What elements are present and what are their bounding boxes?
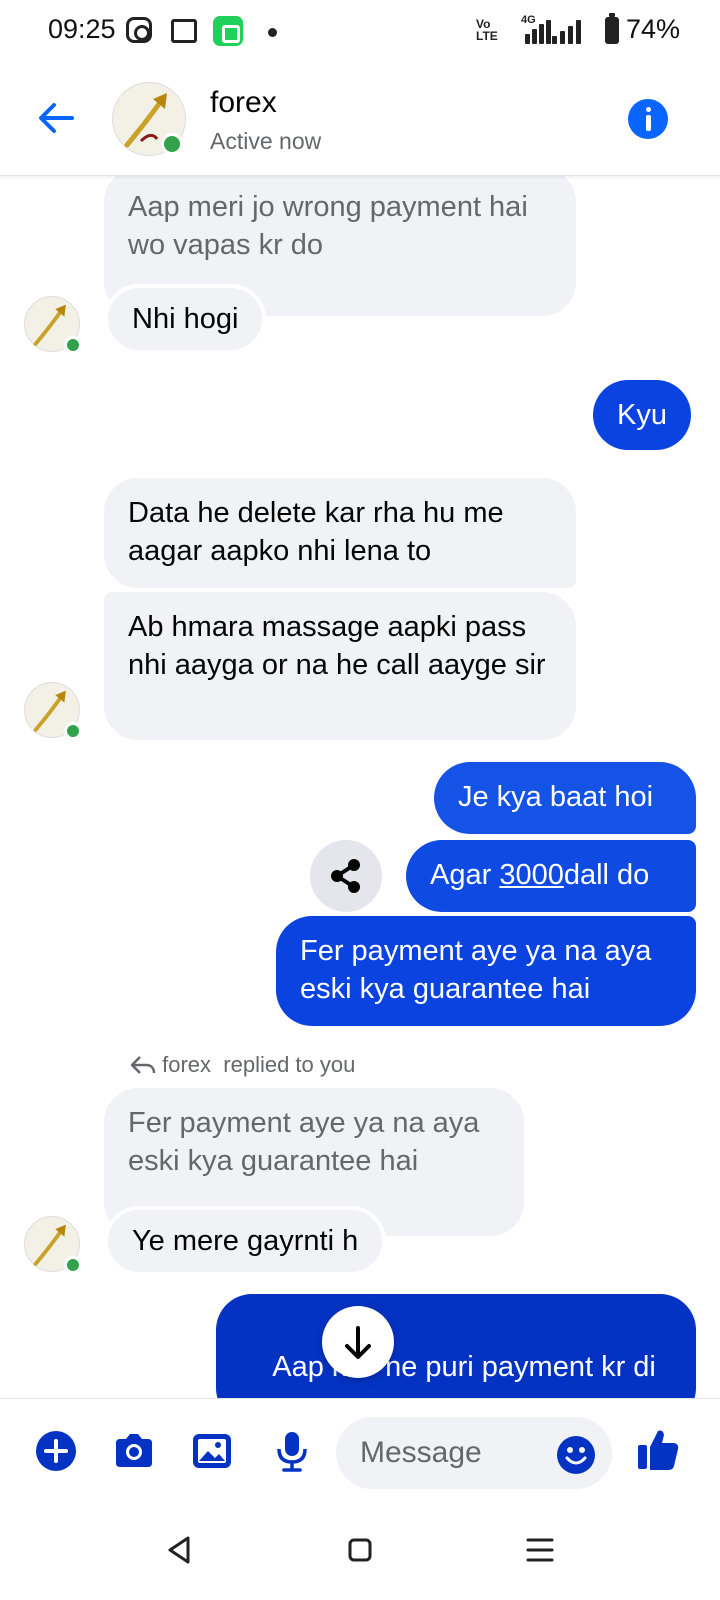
message-bubble-outgoing[interactable]: Agar 3000dall do bbox=[406, 840, 696, 912]
message-text: Data he delete kar rha hu me aagar aapko… bbox=[128, 497, 504, 567]
sender-avatar[interactable] bbox=[24, 296, 82, 354]
sender-avatar[interactable] bbox=[24, 1216, 82, 1274]
back-arrow-icon bbox=[39, 103, 74, 133]
emoji-icon bbox=[557, 1436, 595, 1474]
online-indicator bbox=[64, 722, 82, 740]
image-icon bbox=[193, 1434, 231, 1468]
thumbs-up-icon bbox=[638, 1430, 679, 1470]
message-text: dall do bbox=[563, 859, 650, 891]
message-bubble-incoming[interactable]: Data he delete kar rha hu me aagar aapko… bbox=[104, 478, 576, 588]
message-bubble-outgoing[interactable]: Kyu bbox=[593, 380, 691, 450]
instagram-notification-icon bbox=[126, 17, 152, 43]
message-composer bbox=[0, 1398, 720, 1502]
contact-status: Active now bbox=[210, 128, 322, 154]
online-indicator bbox=[64, 336, 82, 354]
message-text: Aap meri jo wrong payment hai wo vapas k… bbox=[128, 191, 528, 261]
arrow-down-icon bbox=[345, 1326, 371, 1359]
status-time: 09:25 bbox=[48, 14, 116, 44]
message-bubble-incoming[interactable]: Nhi hogi bbox=[104, 284, 267, 354]
message-bubble-incoming[interactable]: Ye mere gayrnti h bbox=[104, 1206, 387, 1276]
message-bubble-outgoing[interactable]: Je kya baat hoi bbox=[434, 762, 696, 834]
reply-sender: forex bbox=[162, 1052, 212, 1077]
like-button[interactable] bbox=[636, 1425, 680, 1470]
share-button[interactable] bbox=[310, 840, 382, 912]
more-notifications-dot-icon bbox=[268, 28, 277, 37]
chat-header: forex Active now bbox=[0, 64, 720, 176]
message-text: Agar bbox=[430, 859, 500, 891]
status-bar: 09:25 Vo LTE 4G 74% bbox=[0, 0, 720, 64]
reply-label: replied to you bbox=[223, 1052, 356, 1077]
message-bubble-outgoing[interactable]: Fer payment aye ya na aya eski kya guara… bbox=[276, 916, 696, 1026]
message-text: Fer payment aye ya na aya eski kya guara… bbox=[128, 1107, 480, 1177]
message-text: Kyu bbox=[617, 399, 667, 431]
online-indicator bbox=[64, 1256, 82, 1274]
plus-circle-icon bbox=[36, 1431, 76, 1471]
phone-number-link[interactable]: 3000 bbox=[499, 859, 564, 891]
square-home-icon bbox=[348, 1538, 372, 1562]
contact-name[interactable]: forex bbox=[210, 86, 277, 120]
gallery-button[interactable] bbox=[190, 1429, 234, 1473]
camera-button[interactable] bbox=[112, 1429, 156, 1473]
message-text: Je kya baat hoi bbox=[458, 781, 654, 813]
signal-strength-icon-sim2 bbox=[552, 20, 582, 44]
info-icon[interactable] bbox=[628, 99, 668, 139]
battery-icon bbox=[605, 13, 619, 44]
message-text: Fer payment aye ya na aya eski kya guara… bbox=[300, 935, 652, 1005]
menu-lines-icon bbox=[526, 1538, 554, 1562]
voice-message-button[interactable] bbox=[270, 1429, 314, 1473]
message-bubble-incoming[interactable]: Ab hmara massage aapki pass nhi aayga or… bbox=[104, 592, 576, 740]
message-bubble-outgoing[interactable]: Aap ki ne puri payment kr di bbox=[216, 1294, 696, 1398]
message-text: Nhi hogi bbox=[132, 303, 239, 335]
app-notification-icon bbox=[213, 16, 243, 46]
scroll-to-bottom-button[interactable] bbox=[322, 1306, 394, 1378]
message-list[interactable]: Aap meri jo wrong payment hai wo vapas k… bbox=[0, 176, 720, 1398]
nav-menu-button[interactable] bbox=[516, 1526, 564, 1574]
back-button[interactable] bbox=[32, 94, 80, 142]
system-navigation-bar bbox=[0, 1502, 720, 1600]
camera-icon bbox=[116, 1434, 152, 1467]
message-text: Ab hmara massage aapki pass nhi aayga or… bbox=[128, 611, 546, 681]
signal-strength-icon bbox=[517, 20, 551, 44]
emoji-button[interactable] bbox=[556, 1435, 596, 1475]
add-button[interactable] bbox=[34, 1429, 78, 1473]
gallery-notification-icon bbox=[171, 19, 197, 43]
online-indicator bbox=[161, 133, 183, 155]
battery-level: 74% bbox=[626, 14, 681, 44]
sender-avatar[interactable] bbox=[24, 682, 82, 740]
triangle-back-icon bbox=[168, 1536, 190, 1564]
volte-indicator: Vo LTE bbox=[476, 17, 498, 43]
contact-avatar[interactable] bbox=[112, 82, 186, 156]
nav-home-button[interactable] bbox=[336, 1526, 384, 1574]
reply-arrow-icon bbox=[130, 1056, 156, 1074]
nav-back-button[interactable] bbox=[156, 1526, 204, 1574]
share-icon bbox=[331, 859, 360, 893]
microphone-icon bbox=[277, 1432, 307, 1472]
message-text: Ye mere gayrnti h bbox=[132, 1225, 359, 1257]
reply-indicator: forex replied to you bbox=[130, 1052, 355, 1078]
